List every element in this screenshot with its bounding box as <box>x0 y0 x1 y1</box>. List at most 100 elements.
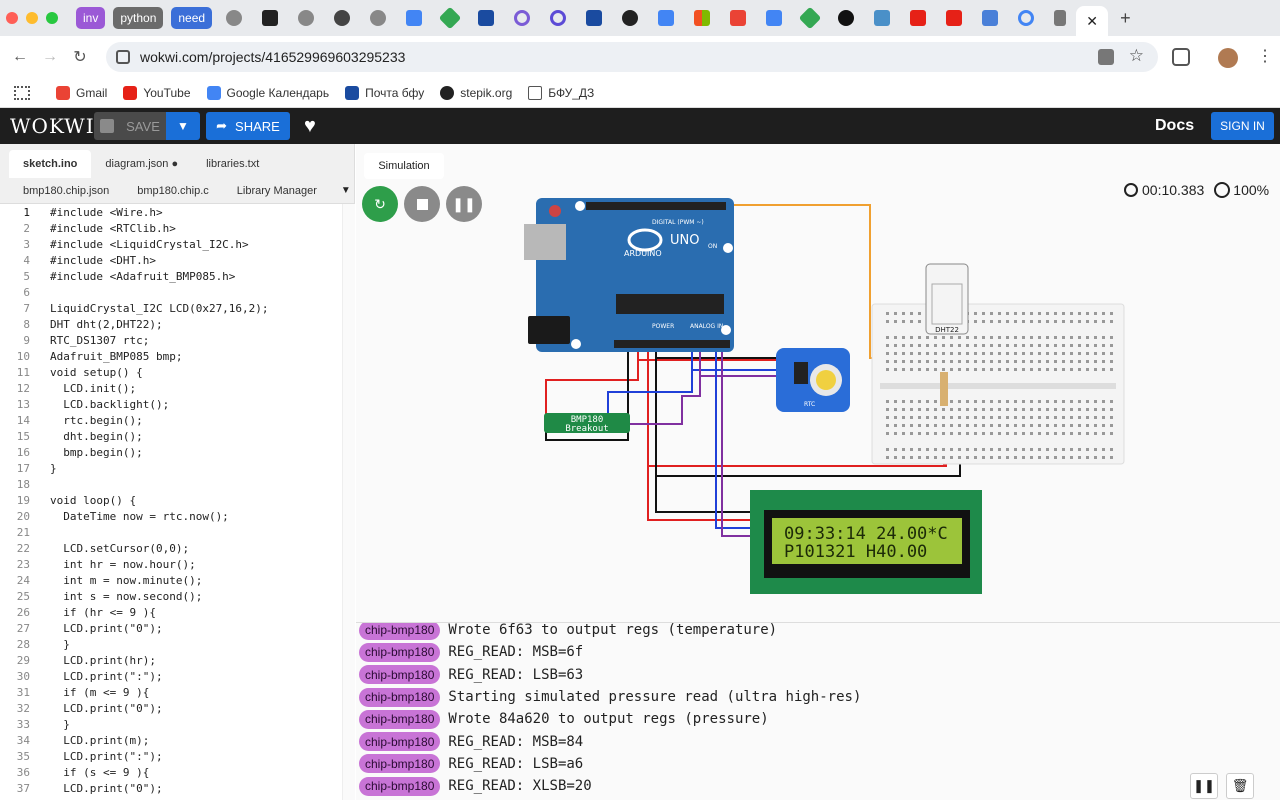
code-line[interactable]: 15 dht.begin(); <box>0 429 342 445</box>
star-icon[interactable]: ☆ <box>1129 46 1144 66</box>
tab-ibs-icon[interactable] <box>478 10 495 26</box>
share-button[interactable]: ➦ SHARE <box>206 112 290 140</box>
code-line[interactable]: 1 #include <Wire.h> <box>0 205 342 221</box>
code-line[interactable]: 13 LCD.backlight(); <box>0 397 342 413</box>
code-line[interactable]: 20 DateTime now = rtc.now(); <box>0 509 342 525</box>
code-line[interactable]: 6 <box>0 285 342 301</box>
bmp180-breakout[interactable]: BMP180 Breakout <box>544 413 630 434</box>
code-line[interactable]: 31 if (m <= 9 ){ <box>0 685 342 701</box>
menu-icon[interactable]: ⋮ <box>1257 46 1273 66</box>
translate-icon[interactable] <box>1098 49 1114 65</box>
bookmark-gmail[interactable]: Gmail <box>56 85 107 100</box>
code-area[interactable]: 1 #include <Wire.h> 2 #include <RTClib.h> 3 #… <box>0 204 342 800</box>
tab-microsoft-icon[interactable] <box>694 10 711 26</box>
code-line[interactable]: 18 <box>0 477 342 493</box>
code-line[interactable]: 24 int m = now.minute(); <box>0 573 342 589</box>
code-line[interactable]: 33 } <box>0 717 342 733</box>
tab-drive-icon[interactable] <box>438 6 462 30</box>
apps-grid-icon[interactable] <box>14 85 30 100</box>
forward-icon[interactable]: → <box>35 48 65 66</box>
code-line[interactable]: 32 LCD.print("0"); <box>0 701 342 717</box>
code-line[interactable]: 26 if (hr <= 9 ){ <box>0 605 342 621</box>
code-line[interactable]: 28 } <box>0 637 342 653</box>
tab-group-python[interactable]: python <box>113 7 164 29</box>
tab-diagram-json[interactable]: diagram.json ● <box>91 150 192 178</box>
chevron-down-icon[interactable]: ▼ <box>341 185 351 196</box>
tab-globe-icon[interactable] <box>370 10 387 26</box>
code-line[interactable]: 11 void setup() { <box>0 365 342 381</box>
avatar[interactable] <box>1218 48 1238 68</box>
code-line[interactable]: 2 #include <RTClib.h> <box>0 221 342 237</box>
bookmark-stepik[interactable]: stepik.org <box>440 85 512 100</box>
back-icon[interactable]: ← <box>5 48 35 66</box>
tab-circle-icon[interactable] <box>514 10 531 26</box>
bookmark-youtube[interactable]: YouTube <box>123 85 191 100</box>
tab-google-icon[interactable] <box>1018 10 1035 26</box>
code-line[interactable]: 35 LCD.print(":"); <box>0 749 342 765</box>
code-line[interactable]: 4 #include <DHT.h> <box>0 253 342 269</box>
code-line[interactable]: 10 Adafruit_BMP085 bmp; <box>0 349 342 365</box>
close-window-icon[interactable] <box>6 12 18 24</box>
tab-it-icon[interactable] <box>262 10 279 26</box>
reload-icon[interactable]: ↻ <box>65 47 95 67</box>
code-line[interactable]: 8 DHT dht(2,DHT22); <box>0 317 342 333</box>
tab-libraries-txt[interactable]: libraries.txt <box>192 150 273 178</box>
editor-scrollbar[interactable] <box>342 204 355 800</box>
tab-gmail-icon[interactable] <box>730 10 747 26</box>
code-line[interactable]: 23 int hr = now.hour(); <box>0 557 342 573</box>
tab-bmp180-chip-json[interactable]: bmp180.chip.json <box>9 178 123 204</box>
new-tab-icon[interactable]: + <box>1120 8 1131 29</box>
tab-circle-icon[interactable] <box>550 10 567 26</box>
breadboard[interactable] <box>871 303 1125 465</box>
tab-ibs-icon[interactable] <box>586 10 603 26</box>
code-line[interactable]: 14 rtc.begin(); <box>0 413 342 429</box>
site-info-icon[interactable] <box>116 50 130 64</box>
rtc-module[interactable]: RTC <box>776 348 850 412</box>
tab-youtube-icon[interactable] <box>910 10 927 26</box>
tab-forms-icon[interactable] <box>766 10 783 26</box>
tab-library-manager[interactable]: Library Manager <box>223 178 331 204</box>
code-line[interactable]: 12 LCD.init(); <box>0 381 342 397</box>
pause-log-button[interactable]: ❚❚ <box>1190 773 1218 799</box>
heart-icon[interactable]: ♥ <box>304 115 316 138</box>
tab-audio-icon[interactable] <box>1054 10 1067 26</box>
wokwi-logo[interactable]: WOKWI <box>10 114 94 138</box>
tab-group-need[interactable]: need <box>171 7 213 29</box>
close-tab-icon[interactable]: ✕ <box>1076 6 1109 36</box>
arduino-uno-board[interactable]: UNO ARDUINO ON DIGITAL (PWM ~) POWER ANA… <box>524 198 734 352</box>
code-line[interactable]: 37 LCD.print("0"); <box>0 781 342 797</box>
tab-app-icon[interactable] <box>874 10 891 26</box>
code-line[interactable]: 5 #include <Adafruit_BMP085.h> <box>0 269 342 285</box>
tab-docs-icon[interactable] <box>658 10 675 26</box>
code-line[interactable]: 34 LCD.print(m); <box>0 733 342 749</box>
extensions-icon[interactable] <box>1172 48 1190 66</box>
code-line[interactable]: 22 LCD.setCursor(0,0); <box>0 541 342 557</box>
bookmark-mail[interactable]: Почта бфу <box>345 85 424 100</box>
circuit-diagram[interactable]: UNO ARDUINO ON DIGITAL (PWM ~) POWER ANA… <box>356 144 1280 622</box>
tab-media-icon[interactable] <box>334 10 351 26</box>
tab-stepik-icon[interactable] <box>622 10 639 26</box>
tab-calendar-icon[interactable] <box>406 10 423 26</box>
lcd-1602[interactable]: 09:33:14 24.00*C P101321 H40.00 <box>750 490 982 594</box>
code-line[interactable]: 29 LCD.print(hr); <box>0 653 342 669</box>
tab-drive-icon[interactable] <box>798 6 822 30</box>
save-dropdown-button[interactable]: ▼ <box>166 112 200 140</box>
tab-extension-icon[interactable] <box>982 10 999 26</box>
minimize-window-icon[interactable] <box>26 12 38 24</box>
code-line[interactable]: 36 if (s <= 9 ){ <box>0 765 342 781</box>
tab-bmp180-chip-c[interactable]: bmp180.chip.c <box>123 178 223 204</box>
bookmark-folder[interactable]: БФУ_ДЗ <box>528 85 594 100</box>
clear-log-button[interactable]: 🗑 <box>1226 773 1254 799</box>
tab-sketch-ino[interactable]: sketch.ino <box>9 150 92 178</box>
code-line[interactable]: 3 #include <LiquidCrystal_I2C.h> <box>0 237 342 253</box>
tab-group-inv[interactable]: inv <box>76 7 106 29</box>
tab-globe-icon[interactable] <box>298 10 315 26</box>
code-line[interactable]: 21 <box>0 525 342 541</box>
maximize-window-icon[interactable] <box>46 12 58 24</box>
tab-globe-icon[interactable] <box>226 10 243 26</box>
code-line[interactable]: 17} <box>0 461 342 477</box>
url-field[interactable]: wokwi.com/projects/416529969603295233 ☆ <box>106 42 1158 72</box>
code-line[interactable]: 19 void loop() { <box>0 493 342 509</box>
code-line[interactable]: 25 int s = now.second(); <box>0 589 342 605</box>
tab-openai-icon[interactable] <box>838 10 855 26</box>
